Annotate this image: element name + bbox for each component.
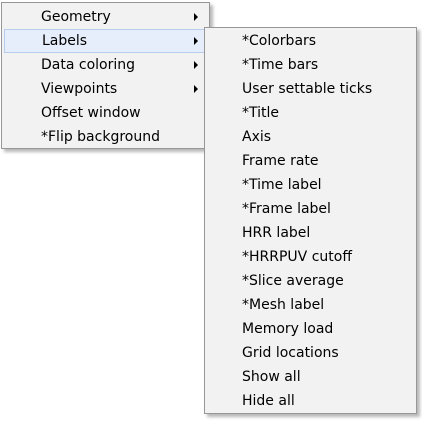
submenu-item-hide-all[interactable]: Hide all <box>207 389 414 413</box>
menu-item-label: Geometry <box>41 9 111 25</box>
submenu-item-memory-load[interactable]: Memory load <box>207 317 414 341</box>
submenu-item-time-bars[interactable]: *Time bars <box>207 53 414 77</box>
menu-item-viewpoints[interactable]: Viewpoints <box>4 77 207 101</box>
submenu-item-label: Grid locations <box>242 345 339 361</box>
menu-item-label: Data coloring <box>41 57 136 73</box>
menu-item-label: Offset window <box>41 105 141 121</box>
submenu-item-hrrpuv-cutoff[interactable]: *HRRPUV cutoff <box>207 245 414 269</box>
labels-submenu: *Colorbars *Time bars User settable tick… <box>204 27 417 414</box>
submenu-arrow-icon <box>193 77 199 101</box>
submenu-item-label: *Frame label <box>242 201 331 217</box>
submenu-arrow-icon <box>193 53 199 77</box>
submenu-item-label: Show all <box>242 369 301 385</box>
submenu-item-label: Hide all <box>242 393 295 409</box>
submenu-item-label: *HRRPUV cutoff <box>242 249 352 265</box>
submenu-item-label: *Mesh label <box>242 297 325 313</box>
menu-item-geometry[interactable]: Geometry <box>4 5 207 29</box>
menu-item-flip-background[interactable]: *Flip background <box>4 125 207 149</box>
submenu-item-axis[interactable]: Axis <box>207 125 414 149</box>
submenu-item-hrr-label[interactable]: HRR label <box>207 221 414 245</box>
submenu-item-frame-label[interactable]: *Frame label <box>207 197 414 221</box>
submenu-item-label: User settable ticks <box>242 81 373 97</box>
submenu-item-label: *Title <box>242 105 280 121</box>
submenu-item-label: *Time label <box>242 177 322 193</box>
menu-item-labels[interactable]: Labels <box>4 29 207 53</box>
submenu-item-title[interactable]: *Title <box>207 101 414 125</box>
submenu-arrow-icon <box>193 5 199 29</box>
submenu-item-label: HRR label <box>242 225 311 241</box>
submenu-item-time-label[interactable]: *Time label <box>207 173 414 197</box>
submenu-item-frame-rate[interactable]: Frame rate <box>207 149 414 173</box>
submenu-item-colorbars[interactable]: *Colorbars <box>207 29 414 53</box>
menu-item-data-coloring[interactable]: Data coloring <box>4 53 207 77</box>
submenu-item-label: Memory load <box>242 321 334 337</box>
submenu-item-label: *Slice average <box>242 273 344 289</box>
submenu-item-show-all[interactable]: Show all <box>207 365 414 389</box>
context-menu-stage: Geometry Labels Data coloring Viewpoints… <box>0 0 422 421</box>
submenu-item-mesh-label[interactable]: *Mesh label <box>207 293 414 317</box>
submenu-item-label: Frame rate <box>242 153 319 169</box>
submenu-item-label: Axis <box>242 129 272 145</box>
submenu-item-label: *Colorbars <box>242 33 317 49</box>
context-menu: Geometry Labels Data coloring Viewpoints… <box>1 2 210 149</box>
submenu-item-label: *Time bars <box>242 57 319 73</box>
menu-item-label: *Flip background <box>41 129 160 145</box>
submenu-item-slice-average[interactable]: *Slice average <box>207 269 414 293</box>
menu-item-offset-window[interactable]: Offset window <box>4 101 207 125</box>
submenu-item-grid-locations[interactable]: Grid locations <box>207 341 414 365</box>
submenu-item-user-settable-ticks[interactable]: User settable ticks <box>207 77 414 101</box>
submenu-arrow-icon <box>193 29 199 53</box>
menu-item-label: Viewpoints <box>41 81 118 97</box>
menu-item-label: Labels <box>42 33 88 49</box>
